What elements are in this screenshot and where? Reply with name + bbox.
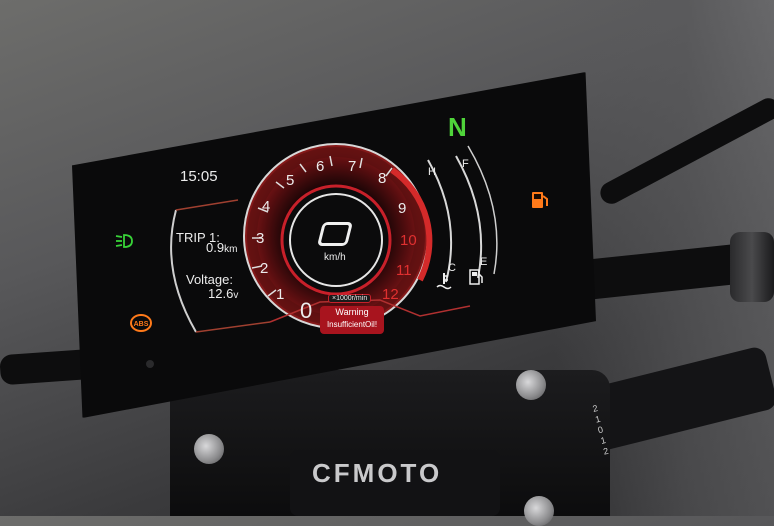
tft-display: 0 1 2 3 4 5 6 7 8 9 10 11 12 km/h ×1000r… bbox=[0, 0, 774, 516]
rpm-tick-0: 0 bbox=[300, 298, 313, 323]
rpm-tick-1: 1 bbox=[276, 286, 285, 303]
trip-number: 0.9 bbox=[206, 240, 225, 255]
fuel-pump-icon bbox=[532, 192, 548, 208]
rpm-tick-8: 8 bbox=[378, 170, 387, 187]
rpm-tick-6: 6 bbox=[316, 158, 325, 175]
speed-unit: km/h bbox=[324, 252, 346, 263]
abs-warning-icon: ABS bbox=[130, 314, 152, 332]
rpm-tick-10: 10 bbox=[400, 232, 417, 249]
cfmoto-logo-icon bbox=[317, 222, 353, 246]
coolant-temp-icon bbox=[436, 273, 452, 290]
left-bracket bbox=[170, 209, 197, 333]
gear-indicator: N bbox=[448, 112, 467, 142]
voltage-unit: v bbox=[233, 290, 239, 301]
gauge-svg bbox=[170, 143, 498, 333]
fuel-gauge-arc bbox=[455, 155, 483, 279]
trip-unit: km bbox=[224, 244, 238, 255]
rpm-tick-4: 4 bbox=[262, 198, 271, 215]
fuel-gauge-icon bbox=[469, 269, 483, 285]
warning-title: Warning bbox=[335, 307, 369, 317]
rpm-tick-3: 3 bbox=[256, 230, 265, 247]
oil-warning-box: Warning InsufficientOil! bbox=[320, 306, 384, 334]
voltage-label: Voltage: bbox=[186, 272, 233, 287]
temp-high-label: H bbox=[428, 166, 436, 178]
rpm-tick-7: 7 bbox=[348, 158, 357, 175]
trip-value: 0.9km bbox=[206, 240, 237, 255]
fuel-full-label: F bbox=[462, 158, 469, 170]
rpm-tick-9: 9 bbox=[398, 200, 407, 217]
ambient-sensor bbox=[146, 360, 154, 368]
rpm-unit: ×1000r/min bbox=[328, 294, 372, 303]
fuel-empty-label: E bbox=[480, 256, 488, 268]
warning-message: InsufficientOil! bbox=[326, 320, 378, 329]
voltage-value: 12.6v bbox=[208, 286, 238, 301]
rpm-tick-5: 5 bbox=[286, 172, 295, 189]
clock-time: 15:05 bbox=[180, 168, 218, 185]
rpm-tick-11: 11 bbox=[396, 262, 412, 279]
headlight-icon bbox=[115, 234, 133, 248]
rpm-tick-2: 2 bbox=[260, 260, 269, 277]
voltage-number: 12.6 bbox=[208, 286, 234, 301]
rpm-tick-12: 12 bbox=[382, 286, 399, 303]
